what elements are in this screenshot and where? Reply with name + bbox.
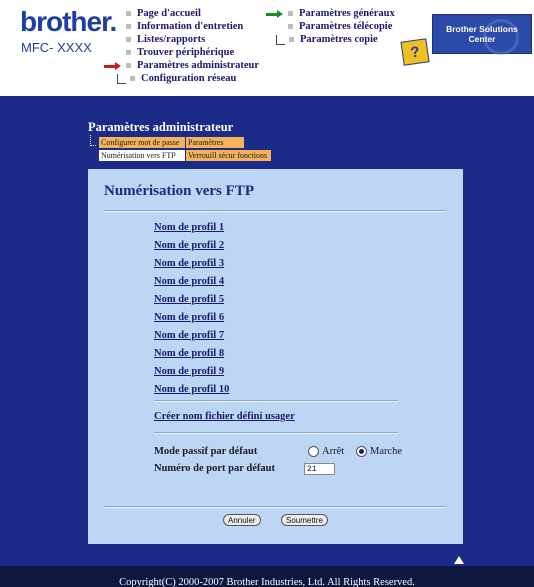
profile-link-8[interactable]: Nom de profil 8 (154, 348, 224, 359)
bullet-icon (130, 76, 135, 81)
brother-solutions-center-button[interactable]: Brother Solutions Center (432, 14, 532, 55)
nav-item-listes-rapports[interactable]: Listes/rapports (126, 33, 259, 46)
nav-item-label: Information d'entretien (137, 21, 244, 32)
radio-label: Arrêt (322, 446, 345, 457)
red-arrow-icon (104, 61, 122, 70)
nav-right: Paramètres généraux Paramètres télécopie… (266, 7, 395, 46)
divider (154, 432, 398, 434)
passive-mode-off-radio[interactable]: Arrêt (308, 446, 344, 457)
bullet-icon (126, 24, 131, 29)
tab-parametres-web[interactable]: Paramètres WEB (186, 137, 244, 158)
nav-item-page-accueil[interactable]: Page d'accueil (126, 7, 259, 20)
passive-mode-on-radio[interactable]: Marche (356, 446, 402, 457)
profile-link-7[interactable]: Nom de profil 7 (154, 330, 224, 341)
profile-link-2[interactable]: Nom de profil 2 (154, 240, 224, 251)
nav-item-configuration-reseau[interactable]: Configuration réseau (114, 72, 259, 85)
divider (104, 506, 446, 508)
bullet-icon (288, 11, 293, 16)
nav-item-parametres-copie[interactable]: Paramètres copie (273, 33, 395, 46)
nav-left: Page d'accueil Information d'entretien L… (104, 7, 259, 85)
nav-item-label: Page d'accueil (137, 8, 201, 19)
nav-item-label: Paramètres administrateur (137, 60, 259, 71)
footer: Copyright(C) 2000-2007 Brother Industrie… (0, 566, 534, 587)
header: brother. MFC- XXXX Page d'accueil Inform… (0, 0, 534, 96)
nav-item-parametres-generaux[interactable]: Paramètres généraux (266, 7, 395, 20)
tree-branch-icon (117, 73, 126, 84)
section-title: Paramètres administrateur (88, 120, 234, 134)
tree-branch-icon (276, 34, 285, 45)
passive-mode-label: Mode passif par défaut (154, 446, 258, 457)
radio-on-icon (356, 446, 367, 457)
bullet-icon (289, 37, 294, 42)
nav-item-label: Paramètres généraux (299, 8, 395, 19)
tab-tree-icon (90, 135, 96, 146)
nav-item-parametres-telecopie[interactable]: Paramètres télécopie (288, 20, 395, 33)
panel-title: Numérisation vers FTP (104, 183, 254, 199)
bullet-icon (126, 63, 131, 68)
profile-link-6[interactable]: Nom de profil 6 (154, 312, 224, 323)
submit-button[interactable]: Soumettre (281, 514, 328, 526)
radio-off-icon (308, 446, 319, 457)
nav-item-label: Paramètres copie (300, 34, 378, 45)
profile-link-10[interactable]: Nom de profil 10 (154, 384, 229, 395)
bullet-icon (126, 50, 131, 55)
radio-label: Marche (370, 446, 403, 457)
profile-link-5[interactable]: Nom de profil 5 (154, 294, 224, 305)
tab-numerisation-vers-ftp[interactable]: Numérisation vers FTP (99, 150, 185, 161)
model-name: MFC- XXXX (21, 40, 92, 55)
green-arrow-icon (266, 9, 284, 18)
nav-item-label: Configuration réseau (141, 73, 237, 84)
bullet-icon (126, 37, 131, 42)
help-glyph: ? (409, 42, 421, 62)
nav-item-parametres-administrateur[interactable]: Paramètres administrateur (104, 59, 259, 72)
bullet-icon (288, 24, 293, 29)
divider (104, 210, 446, 212)
tab-verrouill-secur-fonctions[interactable]: Verrouill sécur fonctions (186, 150, 271, 161)
nav-item-label: Trouver périphérique (137, 47, 235, 58)
copyright-text: Copyright(C) 2000-2007 Brother Industrie… (119, 577, 415, 587)
help-icon[interactable]: ? (400, 38, 430, 66)
nav-item-trouver-peripherique[interactable]: Trouver périphérique (126, 46, 259, 59)
create-filename-link[interactable]: Créer nom fichier défini usager (154, 411, 295, 422)
nav-item-information-entretien[interactable]: Information d'entretien (126, 20, 259, 33)
nav-item-label: Listes/rapports (137, 34, 206, 45)
nav-item-label: Paramètres télécopie (299, 21, 393, 32)
profile-link-9[interactable]: Nom de profil 9 (154, 366, 224, 377)
scroll-to-top-icon[interactable] (454, 556, 464, 564)
divider (154, 400, 398, 402)
profile-link-3[interactable]: Nom de profil 3 (154, 258, 224, 269)
ftp-panel: Numérisation vers FTP Nom de profil 1 No… (88, 169, 463, 544)
bullet-icon (126, 11, 131, 16)
brother-logo[interactable]: brother. (20, 6, 117, 38)
tab-configurer-mot-de-passe[interactable]: Configurer mot de passe (99, 137, 185, 148)
port-input[interactable]: 21 (304, 463, 335, 475)
port-label: Numéro de port par défaut (154, 463, 275, 474)
solutions-center-label: Brother Solutions Center (446, 24, 518, 44)
profile-link-1[interactable]: Nom de profil 1 (154, 222, 224, 233)
profile-link-4[interactable]: Nom de profil 4 (154, 276, 224, 287)
cancel-button[interactable]: Annuler (223, 514, 261, 526)
